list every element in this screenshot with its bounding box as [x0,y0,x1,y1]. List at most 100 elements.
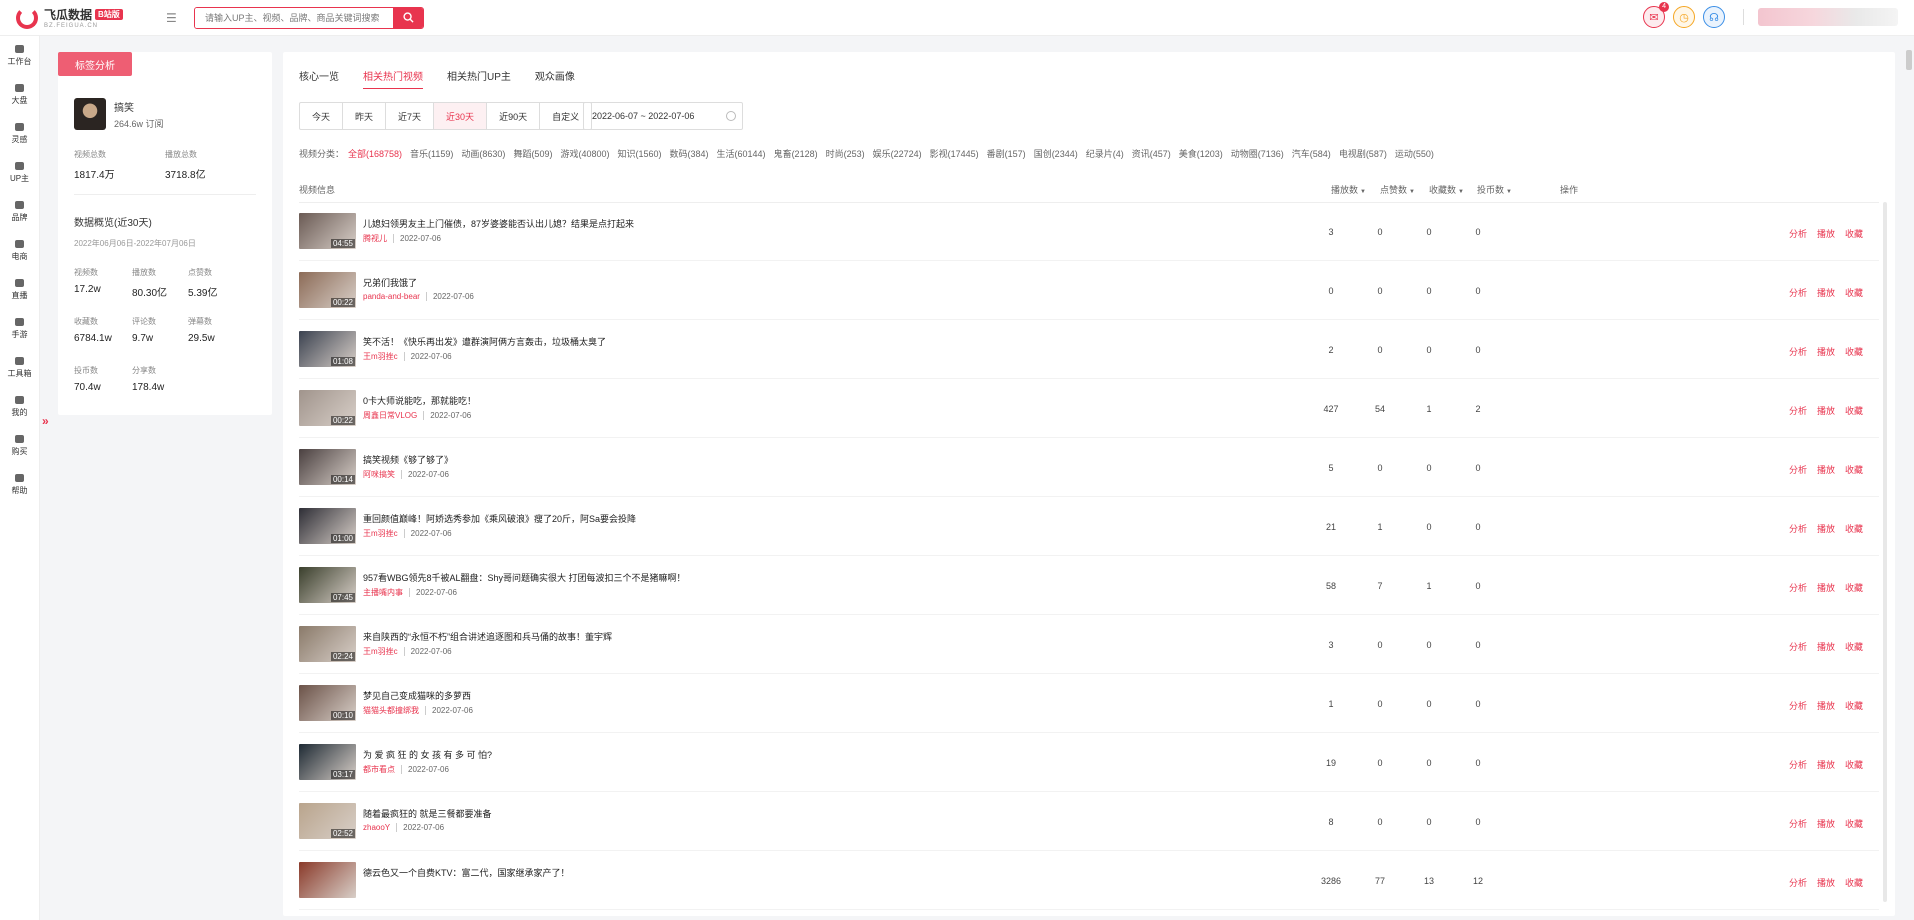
op-0-link[interactable]: 分析 [1789,522,1807,535]
date-button-0[interactable]: 今天 [300,103,344,129]
date-button-4[interactable]: 近90天 [487,103,541,129]
video-thumbnail[interactable]: 02:52 [299,803,356,839]
user-account[interactable] [1758,8,1898,26]
nav-item-10[interactable]: 购买 [0,426,39,465]
date-button-2[interactable]: 近7天 [386,103,435,129]
video-author[interactable]: 王m羽挫c [363,352,398,361]
op-2-link[interactable]: 收藏 [1845,522,1863,535]
category-item[interactable]: 汽车(584) [1292,147,1331,160]
search-button[interactable] [393,7,423,28]
video-thumbnail[interactable]: 02:24 [299,626,356,662]
op-1-link[interactable]: 播放 [1817,463,1835,476]
op-0-link[interactable]: 分析 [1789,345,1807,358]
video-title[interactable]: 重回颜值巅峰！阿娇选秀参加《乘风破浪》瘦了20斤，阿Sa要会投降 [363,512,636,525]
video-title[interactable]: 儿媳妇领男友主上门催债，87岁婆婆能否认出儿媳？结果是点打起来 [363,217,634,230]
nav-item-7[interactable]: 手游 [0,309,39,348]
op-1-link[interactable]: 播放 [1817,758,1835,771]
video-thumbnail[interactable]: 01:00 [299,508,356,544]
video-thumbnail[interactable] [299,862,356,898]
category-item[interactable]: 生活(60144) [717,147,766,160]
category-item[interactable]: 全部(168758) [348,147,402,160]
op-2-link[interactable]: 收藏 [1845,581,1863,594]
category-item[interactable]: 番剧(157) [987,147,1026,160]
clock-icon[interactable]: ◷ [1673,6,1695,28]
app-logo[interactable]: 飞瓜数据 B站版 BZ.FEIGUA.CN [16,6,136,29]
nav-item-4[interactable]: 品牌 [0,192,39,231]
video-title[interactable]: 梦见自己变成猫咪的多萝西 [363,689,471,702]
op-1-link[interactable]: 播放 [1817,817,1835,830]
op-0-link[interactable]: 分析 [1789,876,1807,889]
date-range-picker[interactable]: 2022-06-07 ~ 2022-07-06 [583,102,743,130]
video-thumbnail[interactable]: 00:22 [299,272,356,308]
op-1-link[interactable]: 播放 [1817,404,1835,417]
video-thumbnail[interactable]: 01:08 [299,331,356,367]
video-title[interactable]: 为 爱 疯 狂 的 女 孩 有 多 可 怕? [363,748,492,761]
op-1-link[interactable]: 播放 [1817,581,1835,594]
category-item[interactable]: 鬼畜(2128) [774,147,818,160]
op-0-link[interactable]: 分析 [1789,404,1807,417]
op-2-link[interactable]: 收藏 [1845,404,1863,417]
col-like[interactable]: 点赞数 ▼ [1380,183,1415,196]
video-author[interactable]: 主播嘴内事 [363,588,403,597]
col-fav[interactable]: 收藏数 ▼ [1429,183,1464,196]
table-scrollbar[interactable] [1883,202,1887,902]
op-1-link[interactable]: 播放 [1817,522,1835,535]
video-author[interactable]: zhaooY [363,823,390,832]
category-item[interactable]: 运动(550) [1395,147,1434,160]
category-item[interactable]: 音乐(1159) [410,147,453,160]
op-2-link[interactable]: 收藏 [1845,227,1863,240]
video-title[interactable]: 957看WBG领先8千被AL翻盘：Shy哥问题确实很大 打团每波扣三个不是猪嘛啊… [363,571,686,584]
category-item[interactable]: 知识(1560) [617,147,661,160]
nav-item-3[interactable]: UP主 [0,153,39,192]
nav-item-0[interactable]: 工作台 [0,36,39,75]
video-thumbnail[interactable]: 03:17 [299,744,356,780]
video-thumbnail[interactable]: 00:10 [299,685,356,721]
expand-panel-icon[interactable]: » [42,414,49,428]
side-handle[interactable] [1906,50,1912,70]
nav-item-2[interactable]: 灵感 [0,114,39,153]
video-title[interactable]: 搞笑视频《够了够了》 [363,453,453,466]
headset-icon[interactable]: ☊ [1703,6,1725,28]
op-1-link[interactable]: 播放 [1817,699,1835,712]
col-coin[interactable]: 投币数 ▼ [1477,183,1512,196]
nav-item-6[interactable]: 直播 [0,270,39,309]
category-item[interactable]: 资讯(457) [1132,147,1171,160]
video-title[interactable]: 随着最疯狂的 就是三餐都要准备 [363,807,492,820]
nav-item-1[interactable]: 大盘 [0,75,39,114]
op-1-link[interactable]: 播放 [1817,876,1835,889]
op-0-link[interactable]: 分析 [1789,758,1807,771]
category-item[interactable]: 动画(8630) [461,147,505,160]
op-0-link[interactable]: 分析 [1789,227,1807,240]
category-item[interactable]: 纪录片(4) [1086,147,1124,160]
category-item[interactable]: 数码(384) [670,147,709,160]
op-2-link[interactable]: 收藏 [1845,463,1863,476]
nav-item-9[interactable]: 我的 [0,387,39,426]
op-0-link[interactable]: 分析 [1789,581,1807,594]
category-item[interactable]: 娱乐(22724) [873,147,922,160]
mail-icon[interactable]: ✉ 4 [1643,2,1669,28]
video-title[interactable]: 德云色又一个自费KTV：富二代，国家继承家产了！ [363,866,570,879]
search-input[interactable] [195,7,393,28]
op-0-link[interactable]: 分析 [1789,817,1807,830]
video-thumbnail[interactable]: 04:55 [299,213,356,249]
op-0-link[interactable]: 分析 [1789,640,1807,653]
category-item[interactable]: 影视(17445) [930,147,979,160]
op-2-link[interactable]: 收藏 [1845,286,1863,299]
op-1-link[interactable]: 播放 [1817,227,1835,240]
video-title[interactable]: 兄弟们我饿了 [363,276,417,289]
video-author[interactable]: panda-and-bear [363,292,420,301]
op-2-link[interactable]: 收藏 [1845,699,1863,712]
op-2-link[interactable]: 收藏 [1845,345,1863,358]
category-item[interactable]: 动物圈(7136) [1231,147,1284,160]
op-2-link[interactable]: 收藏 [1845,758,1863,771]
category-item[interactable]: 时尚(253) [826,147,865,160]
op-2-link[interactable]: 收藏 [1845,640,1863,653]
video-title[interactable]: 来自陕西的“永恒不朽”组合讲述追逐图和兵马俑的故事！董宇辉 [363,630,612,643]
video-author[interactable]: 王m羽挫c [363,529,398,538]
video-thumbnail[interactable]: 00:22 [299,390,356,426]
date-button-1[interactable]: 昨天 [343,103,387,129]
op-0-link[interactable]: 分析 [1789,286,1807,299]
category-item[interactable]: 舞蹈(509) [513,147,552,160]
category-item[interactable]: 国创(2344) [1034,147,1078,160]
op-1-link[interactable]: 播放 [1817,345,1835,358]
